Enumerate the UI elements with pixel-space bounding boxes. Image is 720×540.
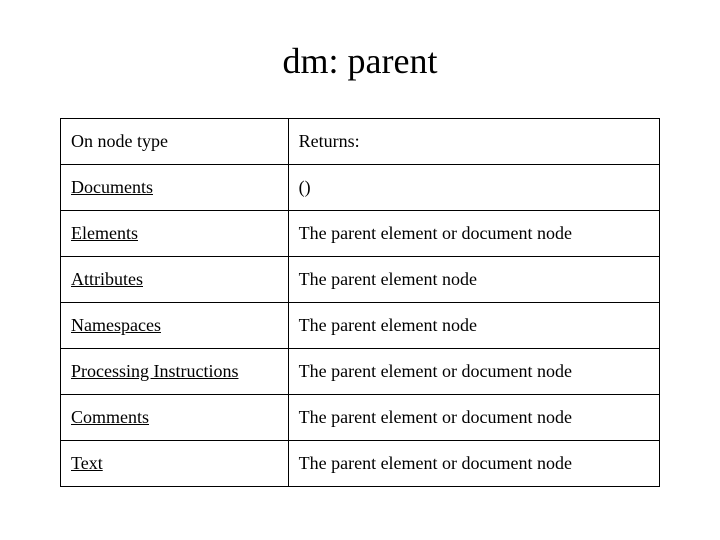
cell-node-type: Documents bbox=[61, 165, 289, 211]
cell-node-type: Comments bbox=[61, 395, 289, 441]
cell-node-type: Namespaces bbox=[61, 303, 289, 349]
cell-returns: The parent element or document node bbox=[288, 211, 659, 257]
parent-accessor-table: On node type Returns: Documents () Eleme… bbox=[60, 118, 660, 487]
table-row: Text The parent element or document node bbox=[61, 441, 660, 487]
cell-returns: The parent element or document node bbox=[288, 395, 659, 441]
cell-returns: The parent element node bbox=[288, 303, 659, 349]
table-header-row: On node type Returns: bbox=[61, 119, 660, 165]
cell-node-type: Processing Instructions bbox=[61, 349, 289, 395]
table-row: Attributes The parent element node bbox=[61, 257, 660, 303]
cell-returns: () bbox=[288, 165, 659, 211]
cell-node-type: Text bbox=[61, 441, 289, 487]
table-row: Elements The parent element or document … bbox=[61, 211, 660, 257]
cell-returns: The parent element node bbox=[288, 257, 659, 303]
header-returns: Returns: bbox=[288, 119, 659, 165]
cell-returns: The parent element or document node bbox=[288, 349, 659, 395]
table-row: Comments The parent element or document … bbox=[61, 395, 660, 441]
table-row: Processing Instructions The parent eleme… bbox=[61, 349, 660, 395]
cell-node-type: Attributes bbox=[61, 257, 289, 303]
page-title: dm: parent bbox=[60, 40, 660, 82]
header-node-type: On node type bbox=[61, 119, 289, 165]
cell-node-type: Elements bbox=[61, 211, 289, 257]
table-row: Documents () bbox=[61, 165, 660, 211]
cell-returns: The parent element or document node bbox=[288, 441, 659, 487]
table-row: Namespaces The parent element node bbox=[61, 303, 660, 349]
